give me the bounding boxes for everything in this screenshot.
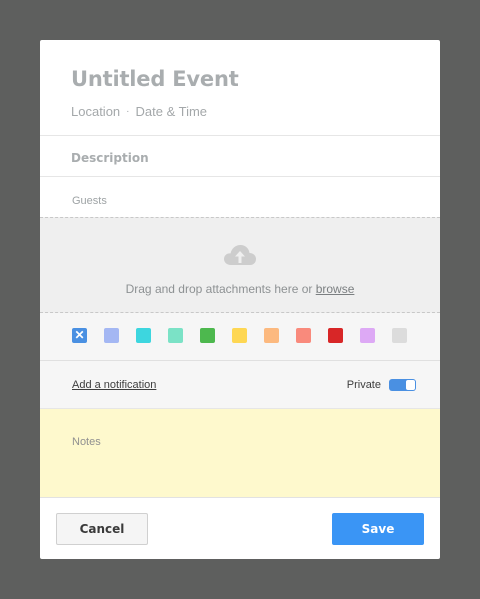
private-control: Private	[346, 378, 416, 391]
color-swatch[interactable]	[136, 328, 151, 343]
datetime-field[interactable]: Date & Time	[136, 104, 208, 119]
guests-field[interactable]: Guests	[40, 177, 440, 217]
color-swatch[interactable]	[200, 328, 215, 343]
attachment-dropzone[interactable]: Drag and drop attachments here or browse	[40, 217, 440, 313]
color-swatch[interactable]	[264, 328, 279, 343]
event-meta: Location · Date & Time	[71, 104, 409, 119]
color-picker: ✕	[40, 313, 440, 361]
description-field[interactable]: Description	[40, 136, 440, 177]
save-button[interactable]: Save	[332, 513, 424, 545]
dropzone-text: Drag and drop attachments here or browse	[40, 282, 440, 296]
dropzone-prefix: Drag and drop attachments here or	[125, 282, 316, 296]
cloud-upload-icon	[223, 243, 257, 269]
browse-link[interactable]: browse	[316, 282, 355, 296]
add-notification-link[interactable]: Add a notification	[72, 379, 156, 391]
description-label: Description	[71, 151, 149, 165]
color-swatch[interactable]	[360, 328, 375, 343]
color-swatch[interactable]	[232, 328, 247, 343]
dialog-footer: Cancel Save	[40, 497, 440, 559]
event-title[interactable]: Untitled Event	[71, 67, 409, 91]
cancel-button[interactable]: Cancel	[56, 513, 148, 545]
color-swatch[interactable]	[168, 328, 183, 343]
color-swatch[interactable]	[296, 328, 311, 343]
location-field[interactable]: Location	[71, 104, 120, 119]
color-swatch[interactable]	[328, 328, 343, 343]
notes-placeholder: Notes	[72, 436, 101, 448]
event-header: Untitled Event Location · Date & Time	[40, 40, 440, 136]
color-swatch-selected[interactable]: ✕	[72, 328, 87, 343]
notes-field[interactable]: Notes	[40, 409, 440, 497]
color-swatch[interactable]	[392, 328, 407, 343]
options-row: Add a notification Private	[40, 361, 440, 409]
meta-separator: ·	[126, 106, 130, 117]
event-dialog: Untitled Event Location · Date & Time De…	[40, 40, 440, 559]
guests-label: Guests	[72, 195, 107, 207]
toggle-knob	[406, 379, 415, 390]
private-label: Private	[346, 378, 381, 391]
color-swatch[interactable]	[104, 328, 119, 343]
private-toggle[interactable]	[389, 378, 416, 391]
